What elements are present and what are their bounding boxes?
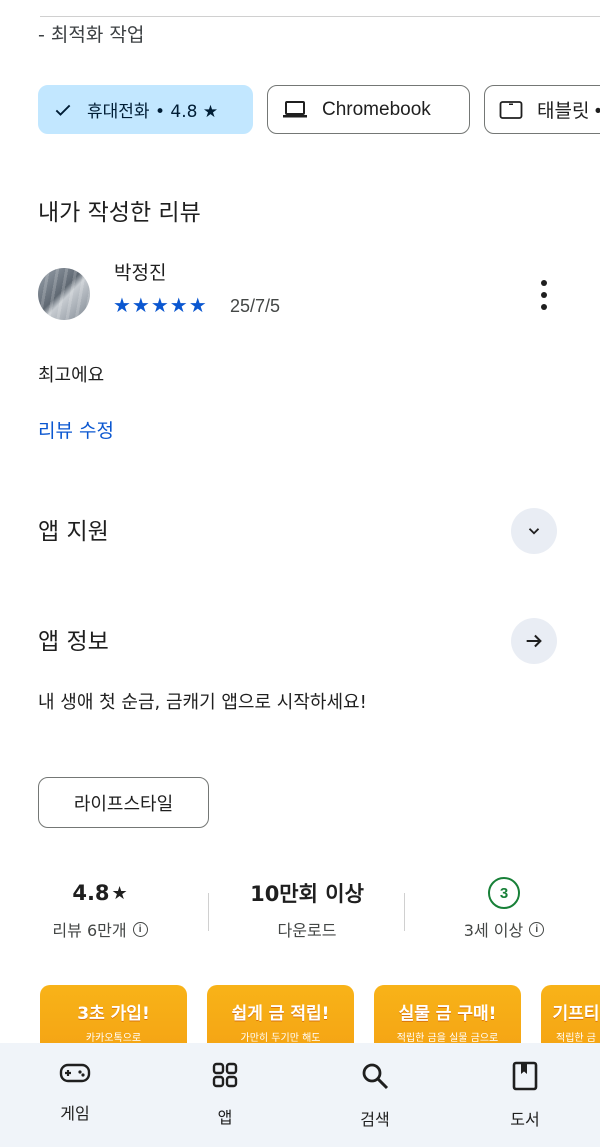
downloads-value: 10만회 이상 — [250, 882, 364, 906]
reviewer-name: 박정진 — [114, 262, 167, 284]
arrow-right-icon — [526, 634, 542, 648]
app-support-heading[interactable]: 앱 지원 — [38, 512, 109, 546]
gamepad-icon — [59, 1063, 91, 1083]
my-review-heading: 내가 작성한 리뷰 — [38, 200, 201, 226]
nav-books[interactable]: 도서 — [450, 1043, 600, 1147]
app-info-arrow-button[interactable] — [511, 618, 557, 664]
bottom-nav: 게임 앱 검색 도서 — [0, 1043, 600, 1147]
chip-chromebook[interactable]: Chromebook — [267, 85, 470, 134]
app-description: 내 생애 첫 순금, 금캐기 앱으로 시작하세요! — [38, 692, 367, 713]
check-icon — [53, 100, 73, 120]
info-icon[interactable]: i — [132, 921, 148, 937]
stat-divider — [404, 893, 405, 931]
age-label: 3세 이상 — [463, 921, 524, 940]
stat-age: 3 3세 이상 i — [414, 875, 594, 941]
edit-review-link[interactable]: 리뷰 수정 — [38, 416, 114, 443]
rating-label: 리뷰 6만개 — [52, 921, 127, 940]
review-stars: ★★★★★ — [113, 293, 208, 317]
category-tag[interactable]: 라이프스타일 — [38, 777, 209, 828]
book-icon — [512, 1061, 538, 1091]
stat-downloads: 10만회 이상 다운로드 — [217, 875, 397, 941]
apps-grid-icon — [212, 1062, 238, 1088]
nav-games[interactable]: 게임 — [0, 1043, 150, 1147]
avatar — [38, 268, 90, 320]
device-chips: 휴대전화 • 4.8 ★ Chromebook 태블릿 • — [38, 85, 600, 134]
app-support-expand-button[interactable] — [511, 508, 557, 554]
rating-star-icon: ★ — [111, 882, 128, 904]
rating-value: 4.8 — [72, 881, 110, 905]
info-icon[interactable]: i — [529, 921, 545, 937]
nav-apps[interactable]: 앱 — [150, 1043, 300, 1147]
chip-tablet[interactable]: 태블릿 • — [484, 85, 600, 134]
chevron-down-icon — [528, 528, 540, 535]
stat-rating: 4.8 ★ 리뷰 6만개 i — [10, 875, 190, 941]
search-icon — [362, 1063, 389, 1090]
top-divider — [40, 16, 600, 17]
downloads-label: 다운로드 — [277, 921, 337, 940]
review-date: 25/7/5 — [230, 296, 281, 316]
more-vert-icon[interactable] — [532, 280, 556, 310]
chip-phone[interactable]: 휴대전화 • 4.8 ★ — [38, 85, 253, 134]
age-rating-badge: 3 — [488, 877, 520, 909]
tablet-icon — [499, 100, 523, 120]
stat-divider — [208, 893, 209, 931]
app-info-heading[interactable]: 앱 정보 — [38, 622, 109, 656]
laptop-icon — [282, 99, 308, 121]
nav-search[interactable]: 검색 — [300, 1043, 450, 1147]
review-text: 최고에요 — [38, 365, 105, 386]
optimization-text: - 최적화 작업 — [38, 24, 145, 46]
